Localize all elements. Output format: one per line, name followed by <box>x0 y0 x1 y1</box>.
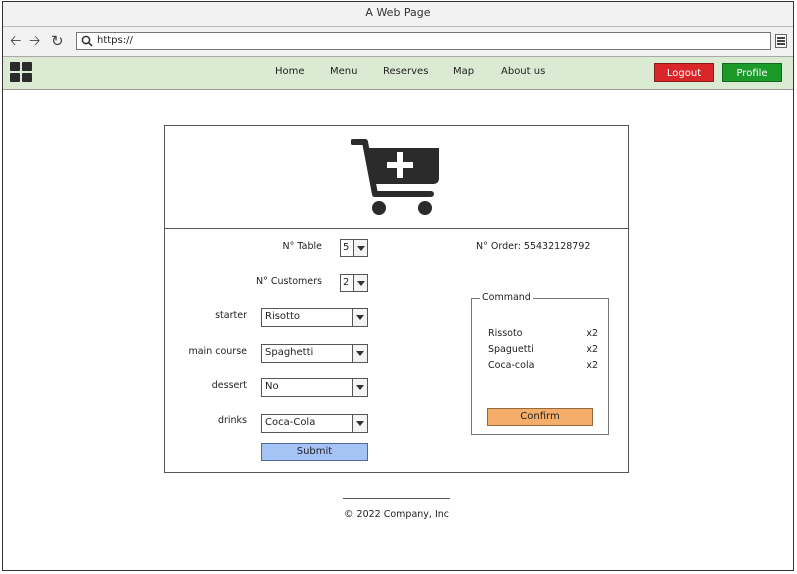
chevron-down-icon[interactable] <box>352 379 367 396</box>
logout-button[interactable]: Logout <box>654 63 714 82</box>
footer-divider <box>343 498 450 499</box>
command-panel: Command Rissoto x2 Spaguetti x2 Coca-col… <box>471 292 609 435</box>
order-number: N° Order: 55432128792 <box>476 241 591 252</box>
dessert-label: dessert <box>211 380 247 391</box>
customers-value: 2 <box>343 277 350 288</box>
order-card: N° Table 5 N° Customers 2 starter Risott… <box>164 125 629 473</box>
customers-label: N° Customers <box>256 276 322 287</box>
list-item: Coca-cola x2 <box>488 360 598 371</box>
footer-copyright: © 2022 Company, Inc <box>344 509 449 520</box>
item-name: Rissoto <box>488 328 523 339</box>
submit-button[interactable]: Submit <box>261 443 368 461</box>
dessert-value: No <box>265 381 279 392</box>
browser-toolbar: 🡠 🡢 ↻ https:// <box>3 27 793 57</box>
starter-label: starter <box>215 310 247 321</box>
chevron-down-icon[interactable] <box>352 309 367 326</box>
chevron-down-icon[interactable] <box>352 415 367 432</box>
nav-home[interactable]: Home <box>275 66 305 77</box>
command-title: Command <box>480 292 533 303</box>
item-qty: x2 <box>586 344 598 355</box>
back-arrow-icon[interactable]: 🡠 <box>10 34 21 48</box>
main-course-select[interactable]: Spaghetti <box>261 344 368 363</box>
url-text: https:// <box>97 35 133 46</box>
reload-icon[interactable]: ↻ <box>51 34 64 49</box>
profile-button[interactable]: Profile <box>722 63 782 82</box>
nav-menu[interactable]: Menu <box>330 66 357 77</box>
drinks-value: Coca-Cola <box>265 417 316 428</box>
item-qty: x2 <box>586 360 598 371</box>
table-number-stepper[interactable]: 5 <box>340 239 368 257</box>
confirm-button[interactable]: Confirm <box>487 408 593 426</box>
drinks-select[interactable]: Coca-Cola <box>261 414 368 433</box>
hamburger-menu-icon[interactable] <box>775 34 787 48</box>
nav-map[interactable]: Map <box>453 66 474 77</box>
chevron-down-icon[interactable] <box>352 345 367 362</box>
table-number-value: 5 <box>343 242 350 253</box>
chevron-down-icon[interactable] <box>353 240 367 256</box>
list-item: Spaguetti x2 <box>488 344 598 355</box>
card-divider <box>165 228 628 229</box>
window-title: A Web Page <box>3 2 793 27</box>
item-name: Spaguetti <box>488 344 534 355</box>
nav-reserves[interactable]: Reserves <box>383 66 428 77</box>
starter-value: Risotto <box>265 311 301 322</box>
starter-select[interactable]: Risotto <box>261 308 368 327</box>
list-item: Rissoto x2 <box>488 328 598 339</box>
site-navbar: Home Menu Reserves Map About us Logout P… <box>3 57 793 90</box>
table-label: N° Table <box>282 241 322 252</box>
chevron-down-icon[interactable] <box>353 275 367 291</box>
main-course-value: Spaghetti <box>265 347 314 358</box>
forward-arrow-icon[interactable]: 🡢 <box>29 34 40 48</box>
grid-logo-icon[interactable] <box>10 62 32 82</box>
drinks-label: drinks <box>217 415 247 426</box>
main-course-label: main course <box>188 346 247 357</box>
add-to-cart-icon <box>351 139 439 215</box>
dessert-select[interactable]: No <box>261 378 368 397</box>
customers-stepper[interactable]: 2 <box>340 274 368 292</box>
nav-about-us[interactable]: About us <box>501 66 545 77</box>
url-bar[interactable]: https:// <box>76 32 771 50</box>
item-name: Coca-cola <box>488 360 535 371</box>
search-icon <box>81 35 93 50</box>
item-qty: x2 <box>586 328 598 339</box>
